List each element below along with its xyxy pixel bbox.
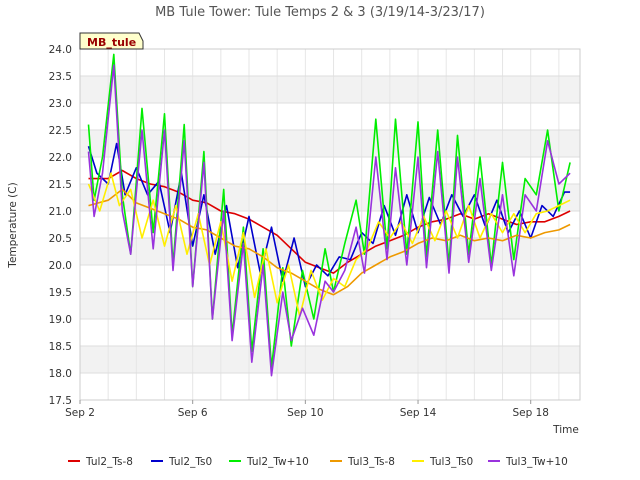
legend-label: Tul3_Ts-8 xyxy=(347,456,395,468)
plot-band xyxy=(80,238,580,265)
y-tick-label: 21.5 xyxy=(49,179,72,191)
site-label-text: MB_tule xyxy=(87,36,136,49)
x-tick-label: Sep 2 xyxy=(65,407,95,419)
legend-label: Tul2_Tw+10 xyxy=(246,456,309,468)
y-tick-label: 17.5 xyxy=(49,395,72,407)
site-label-badge: MB_tule xyxy=(79,32,144,50)
legend: Tul2_Ts-8 Tul2_Ts0 Tul2_Tw+10 Tul3_Ts-8 Tul3… xyxy=(68,456,568,468)
y-tick-label: 22.5 xyxy=(49,125,72,137)
chart: MB Tule Tower: Tule Temps 2 & 3 (3/19/14… xyxy=(7,5,581,468)
plot-band xyxy=(80,103,580,130)
x-axis-ticks: Sep 2 Sep 6 Sep 10 Sep 14 Sep 18 xyxy=(65,400,549,419)
y-tick-label: 18.5 xyxy=(49,341,72,353)
x-tick-label: Sep 10 xyxy=(287,407,324,419)
plot-band xyxy=(80,319,580,346)
plot-band xyxy=(80,49,580,76)
legend-label: Tul3_Ts0 xyxy=(429,456,473,468)
y-tick-label: 21.0 xyxy=(49,206,72,218)
legend-label: Tul2_Ts-8 xyxy=(85,456,133,468)
legend-label: Tul2_Ts0 xyxy=(168,456,212,468)
y-axis-ticks: 17.5 18.0 18.5 19.0 19.5 20.0 20.5 21.0 21.5 22.0… xyxy=(49,44,72,407)
y-tick-label: 20.0 xyxy=(49,260,72,272)
y-tick-label: 23.5 xyxy=(49,71,72,83)
x-tick-label: Sep 14 xyxy=(400,407,437,419)
plot-band xyxy=(80,292,580,319)
y-axis-label: Temperature (C) xyxy=(7,182,19,268)
plot-band xyxy=(80,346,580,373)
chart-title: MB Tule Tower: Tule Temps 2 & 3 (3/19/14… xyxy=(155,5,485,20)
x-axis-label: Time xyxy=(552,424,579,436)
x-tick-label: Sep 18 xyxy=(512,407,549,419)
x-tick-label: Sep 6 xyxy=(178,407,208,419)
y-tick-label: 23.0 xyxy=(49,98,72,110)
y-tick-label: 19.5 xyxy=(49,287,72,299)
plot-band xyxy=(80,76,580,103)
y-tick-label: 22.0 xyxy=(49,152,72,164)
y-tick-label: 18.0 xyxy=(49,368,72,380)
y-tick-label: 24.0 xyxy=(49,44,72,56)
plot-band xyxy=(80,130,580,157)
legend-label: Tul3_Tw+10 xyxy=(505,456,568,468)
y-tick-label: 20.5 xyxy=(49,233,72,245)
y-tick-label: 19.0 xyxy=(49,314,72,326)
plot-band xyxy=(80,373,580,400)
